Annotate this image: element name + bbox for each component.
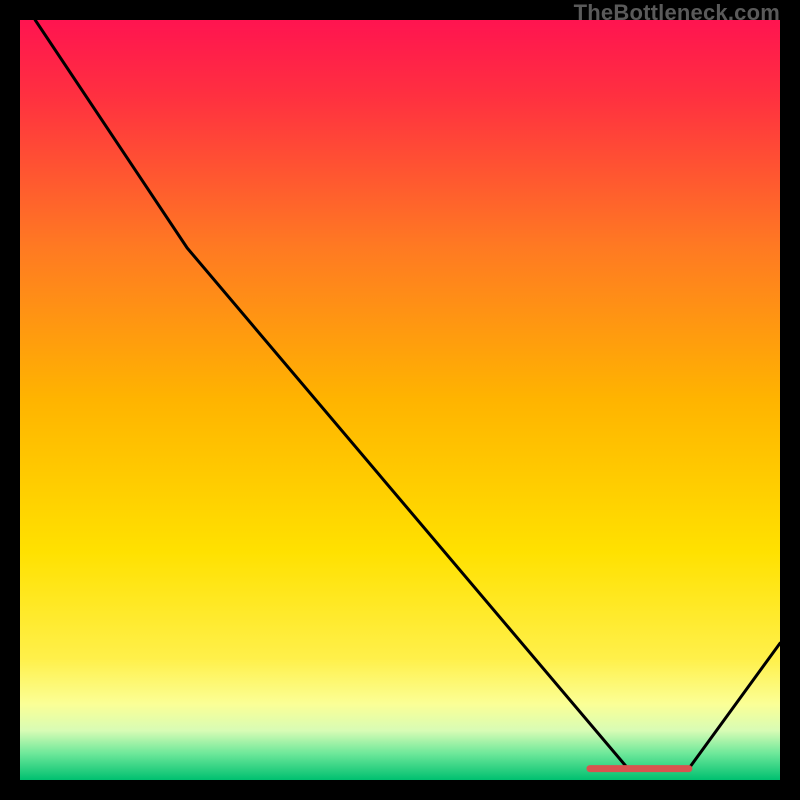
plot-svg (20, 20, 780, 780)
chart-stage: TheBottleneck.com (0, 0, 800, 800)
plot-area (20, 20, 780, 780)
gradient-bg (20, 20, 780, 780)
watermark-text: TheBottleneck.com (574, 0, 780, 26)
